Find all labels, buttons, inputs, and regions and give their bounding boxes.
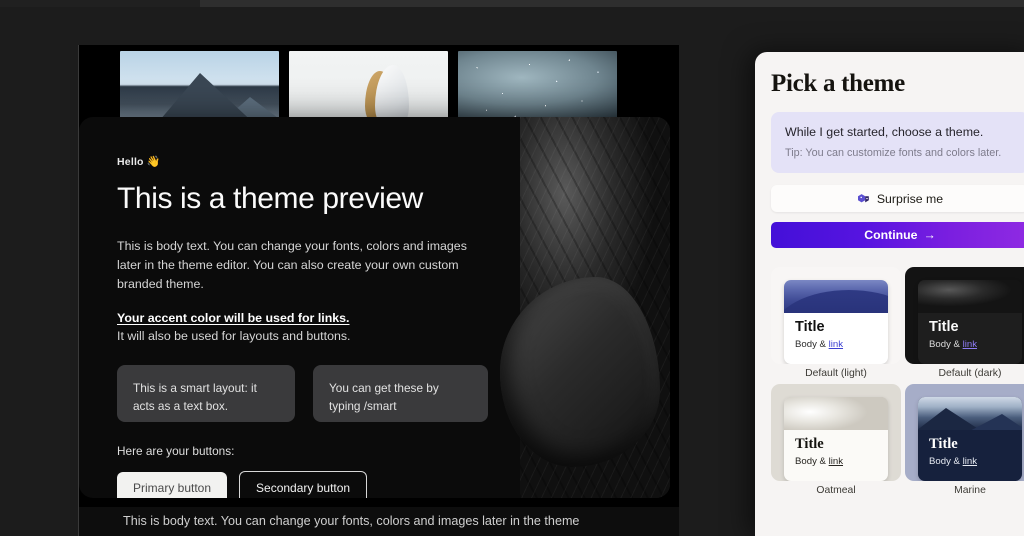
smart-box-1[interactable]: This is a smart layout: it acts as a tex… xyxy=(117,364,295,422)
theme-picker-panel: Pick a theme While I get started, choose… xyxy=(755,52,1024,536)
below-card-body-text-label: This is body text. You can change your f… xyxy=(123,514,580,528)
swatch-title: Title xyxy=(795,319,825,336)
swatch-text-block: Title Body & link xyxy=(918,430,1022,467)
swatch-text-block: Title Body & link xyxy=(918,313,1022,350)
swatch-body-label: Body & xyxy=(795,339,829,351)
swatch-header-image xyxy=(784,280,888,314)
swatch-title: Title xyxy=(795,436,824,453)
swatch-link[interactable]: link xyxy=(963,456,977,467)
theme-option-default-light[interactable]: Title Body & link Default (light) xyxy=(771,267,901,379)
swatch-body: Body & link xyxy=(795,339,888,350)
swatch-header-image xyxy=(784,397,888,431)
theme-grid: Title Body & link Default (light) Title … xyxy=(771,267,1024,496)
continue-label: Continue xyxy=(864,228,918,243)
theme-swatch[interactable]: Title Body & link xyxy=(905,267,1024,365)
smart-layout-row: This is a smart layout: it acts as a tex… xyxy=(117,364,499,422)
app-root: Hello 👋 This is a theme preview This is … xyxy=(0,0,1024,536)
swatch-header-image xyxy=(918,280,1022,314)
swatch-body: Body & link xyxy=(929,456,1022,467)
swatch-title: Title xyxy=(929,436,958,453)
theme-swatch[interactable]: Title Body & link xyxy=(905,384,1024,482)
document-editor: Hello 👋 This is a theme preview This is … xyxy=(79,45,679,536)
surprise-me-label: Surprise me xyxy=(876,191,944,206)
theme-swatch-preview: Title Body & link xyxy=(918,280,1022,365)
stars-photo[interactable] xyxy=(458,51,617,127)
swatch-text-block: Title Body & link xyxy=(784,313,888,350)
greeting-row: Hello 👋 xyxy=(117,155,499,168)
swatch-title: Title xyxy=(929,319,959,336)
waving-hand-icon: 👋 xyxy=(146,156,161,168)
below-card-body-text: This is body text. You can change your f… xyxy=(79,507,679,536)
bird-photo[interactable] xyxy=(289,51,448,127)
swatch-body: Body & link xyxy=(929,339,1022,350)
secondary-button[interactable]: Secondary button xyxy=(239,470,368,498)
assistant-tip-box: While I get started, choose a theme. Tip… xyxy=(771,112,1024,174)
theme-option-default-dark[interactable]: Title Body & link Default (dark) xyxy=(905,267,1024,379)
swatch-link[interactable]: link xyxy=(963,339,977,350)
tip-sub-text: Tip: You can customize fonts and colors … xyxy=(785,146,1002,159)
surprise-me-button[interactable]: Surprise me xyxy=(771,185,1024,213)
theme-caption: Marine xyxy=(954,485,986,497)
image-strip xyxy=(79,51,679,127)
theme-option-marine[interactable]: Title Body & link Marine xyxy=(905,384,1024,496)
theme-swatch[interactable]: Title Body & link xyxy=(771,267,901,365)
swatch-body-label: Body & xyxy=(929,339,963,351)
buttons-label: Here are your buttons: xyxy=(117,443,235,458)
theme-swatch-preview: Title Body & link xyxy=(784,280,888,365)
button-row: Primary button Secondary button xyxy=(117,470,499,498)
theme-caption: Default (dark) xyxy=(938,368,1002,380)
theme-preview-content: Hello 👋 This is a theme preview This is … xyxy=(79,117,499,498)
window-chrome-strip-dark xyxy=(0,0,200,7)
theme-caption: Default (light) xyxy=(805,368,867,380)
swatch-text-block: Title Body & link xyxy=(784,430,888,467)
swatch-link[interactable]: link xyxy=(829,339,843,350)
swatch-body-label: Body & xyxy=(795,456,829,468)
theme-swatch[interactable]: Title Body & link xyxy=(771,384,901,482)
theme-option-oatmeal[interactable]: Title Body & link Oatmeal xyxy=(771,384,901,496)
theme-swatch-preview: Title Body & link xyxy=(784,397,888,482)
swatch-header-image xyxy=(918,397,1022,431)
arrow-right-icon: → xyxy=(923,228,936,243)
body-paragraph: This is body text. You can change your f… xyxy=(117,239,467,291)
abstract-art-image xyxy=(500,117,670,498)
smart-box-2[interactable]: You can get these by typing /smart xyxy=(313,364,488,422)
accent-color-subtext: It will also be used for layouts and but… xyxy=(117,328,351,343)
panel-heading: Pick a theme xyxy=(771,70,905,97)
theme-swatch-preview: Title Body & link xyxy=(918,397,1022,482)
swatch-link[interactable]: link xyxy=(829,456,843,467)
primary-button[interactable]: Primary button xyxy=(117,471,228,498)
continue-button[interactable]: Continue → xyxy=(771,222,1024,249)
theme-preview-card: Hello 👋 This is a theme preview This is … xyxy=(79,117,670,498)
greeting-label: Hello xyxy=(117,156,144,168)
tip-main-text: While I get started, choose a theme. xyxy=(785,125,984,139)
mountain-photo[interactable] xyxy=(120,51,279,127)
accent-color-link[interactable]: Your accent color will be used for links… xyxy=(117,311,499,325)
swatch-body: Body & link xyxy=(795,456,888,467)
theme-caption: Oatmeal xyxy=(816,485,856,497)
page-title: This is a theme preview xyxy=(117,182,423,215)
dice-icon xyxy=(857,193,870,204)
swatch-body-label: Body & xyxy=(929,456,963,468)
